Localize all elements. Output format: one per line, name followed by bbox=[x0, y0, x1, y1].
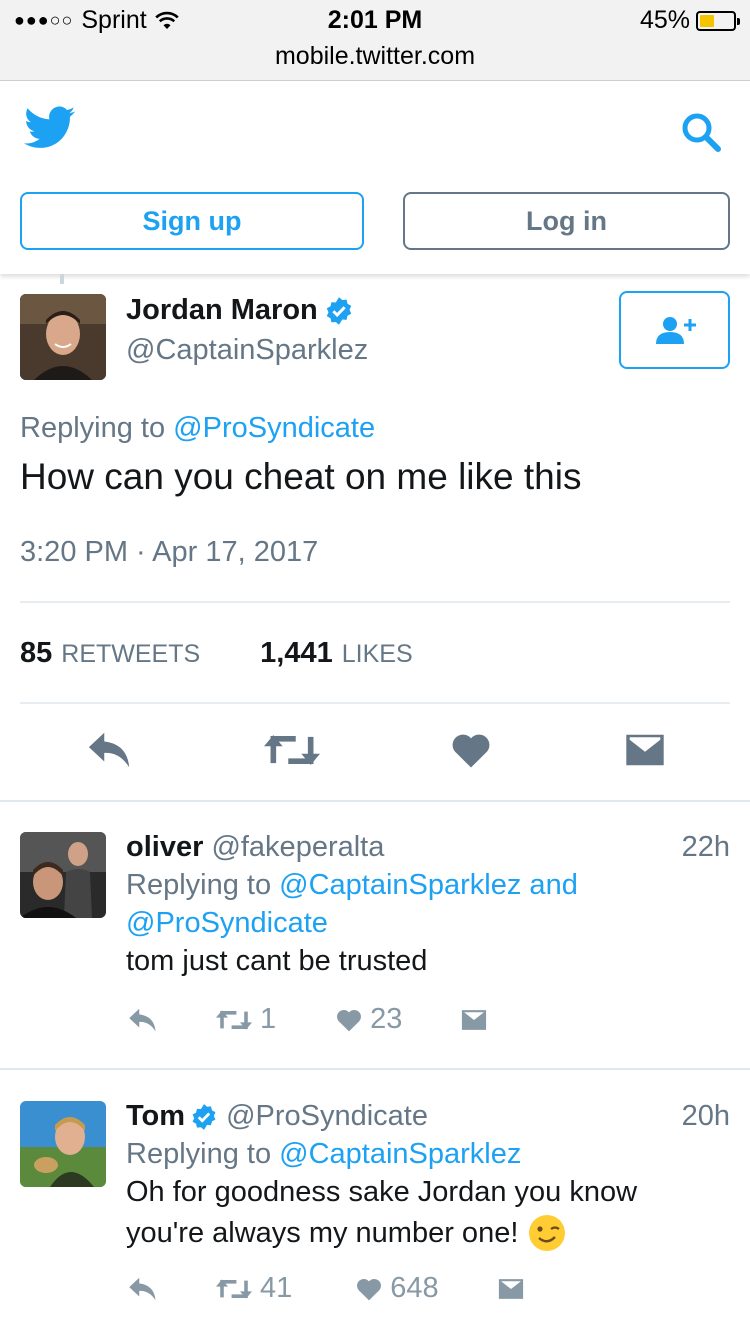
replying-to-prefix: Replying to bbox=[126, 1138, 272, 1170]
avatar-photo bbox=[20, 832, 106, 918]
divider bbox=[20, 601, 730, 603]
reply-actions: 1 23 bbox=[128, 1003, 488, 1036]
retweet-icon bbox=[216, 1278, 252, 1299]
twitter-bird-logo-icon[interactable] bbox=[24, 106, 76, 150]
retweet-count: 1 bbox=[260, 1003, 277, 1035]
reply-text: tom just cant be trusted bbox=[126, 945, 428, 977]
address-bar-url[interactable]: mobile.twitter.com bbox=[0, 42, 750, 71]
avatar[interactable] bbox=[20, 832, 106, 918]
battery-status: 45% bbox=[639, 6, 740, 35]
replying-to-link[interactable]: @ProSyndicate bbox=[126, 907, 328, 940]
reply-icon[interactable] bbox=[128, 1276, 158, 1302]
reply-time[interactable]: 22h bbox=[682, 831, 730, 864]
author-name[interactable]: Jordan Maron bbox=[126, 294, 318, 327]
retweets-label: RETWEETS bbox=[61, 640, 201, 668]
like-action[interactable]: 23 bbox=[336, 1003, 402, 1036]
author-name-row: Jordan Maron bbox=[126, 294, 354, 327]
replying-to-prefix: Replying to bbox=[126, 869, 272, 901]
site-header: Sign up Log in bbox=[0, 81, 750, 274]
avatar-photo bbox=[20, 294, 106, 380]
tweet-timestamp[interactable]: 3:20 PM · Apr 17, 2017 bbox=[20, 536, 318, 569]
replying-to-link[interactable]: @ProSyndicate bbox=[173, 412, 375, 444]
section-divider bbox=[0, 1068, 750, 1070]
retweet-action[interactable]: 1 bbox=[216, 1003, 276, 1036]
replying-to-line: Replying to @CaptainSparklez and bbox=[126, 869, 578, 902]
reply-text: Oh for goodness sake Jordan you know bbox=[126, 1176, 638, 1208]
reply-text: you're always my number one! bbox=[126, 1216, 519, 1249]
avatar[interactable] bbox=[20, 1101, 106, 1187]
likes-stat[interactable]: 1,441 LIKES bbox=[260, 637, 412, 670]
divider bbox=[20, 702, 730, 704]
avatar[interactable] bbox=[20, 294, 106, 380]
reply-author-name[interactable]: oliver bbox=[126, 831, 203, 863]
retweet-icon[interactable] bbox=[264, 733, 320, 767]
sign-up-button[interactable]: Sign up bbox=[20, 192, 364, 250]
retweets-count: 85 bbox=[20, 637, 53, 669]
reply-actions: 41 648 bbox=[128, 1272, 525, 1305]
replying-to-prefix: Replying to bbox=[20, 412, 166, 444]
like-heart-icon bbox=[337, 1009, 362, 1031]
tweet-text: How can you cheat on me like this bbox=[20, 456, 582, 497]
like-count: 23 bbox=[370, 1003, 403, 1035]
log-in-button[interactable]: Log in bbox=[403, 192, 730, 250]
verified-badge-icon bbox=[192, 1103, 216, 1130]
like-heart-icon bbox=[357, 1278, 382, 1300]
thread-line bbox=[60, 274, 64, 284]
replying-to-link[interactable]: @CaptainSparklez and bbox=[279, 869, 578, 901]
battery-icon bbox=[696, 10, 740, 31]
replying-to-line: Replying to @ProSyndicate bbox=[20, 412, 375, 445]
retweet-count: 41 bbox=[260, 1272, 293, 1304]
like-heart-icon[interactable] bbox=[451, 731, 491, 769]
reply-icon[interactable] bbox=[87, 730, 133, 770]
verified-badge-icon bbox=[326, 296, 351, 325]
reply-text-line: you're always my number one! bbox=[126, 1214, 566, 1252]
likes-count: 1,441 bbox=[260, 637, 333, 669]
retweet-icon bbox=[216, 1009, 252, 1030]
add-user-icon bbox=[655, 317, 696, 344]
avatar-photo bbox=[20, 1101, 106, 1187]
battery-percent: 45% bbox=[639, 6, 690, 34]
reply-header: Tom @ProSyndicate bbox=[126, 1100, 428, 1133]
author-handle[interactable]: @CaptainSparklez bbox=[126, 334, 368, 367]
reply-header: oliver @fakeperalta bbox=[126, 831, 384, 864]
reply-author-handle[interactable]: @ProSyndicate bbox=[226, 1100, 428, 1133]
reply-author-name[interactable]: Tom bbox=[126, 1100, 185, 1133]
retweets-stat[interactable]: 85 RETWEETS bbox=[20, 637, 200, 670]
engagement-stats: 85 RETWEETS 1,441 LIKES bbox=[20, 637, 413, 670]
reply-time[interactable]: 20h bbox=[682, 1100, 730, 1133]
replying-to-link[interactable]: @CaptainSparklez bbox=[279, 1138, 521, 1170]
direct-message-icon[interactable] bbox=[497, 1278, 525, 1300]
likes-label: LIKES bbox=[341, 640, 413, 668]
replying-to-line: Replying to @CaptainSparklez bbox=[126, 1138, 521, 1171]
like-action[interactable]: 648 bbox=[356, 1272, 439, 1305]
clock: 2:01 PM bbox=[327, 6, 423, 34]
like-count: 648 bbox=[390, 1272, 439, 1304]
reply-icon[interactable] bbox=[128, 1007, 158, 1033]
winking-face-emoji-icon bbox=[529, 1215, 566, 1251]
section-divider bbox=[0, 800, 750, 802]
retweet-action[interactable]: 41 bbox=[216, 1272, 292, 1305]
direct-message-icon[interactable] bbox=[624, 733, 666, 767]
direct-message-icon[interactable] bbox=[460, 1009, 488, 1031]
status-bar: ●●●○○ Sprint 2:01 PM mobile.twitter.com … bbox=[0, 0, 750, 81]
search-icon[interactable] bbox=[680, 111, 722, 153]
reply-author-handle[interactable]: @fakeperalta bbox=[211, 831, 384, 863]
follow-button[interactable] bbox=[619, 291, 730, 369]
